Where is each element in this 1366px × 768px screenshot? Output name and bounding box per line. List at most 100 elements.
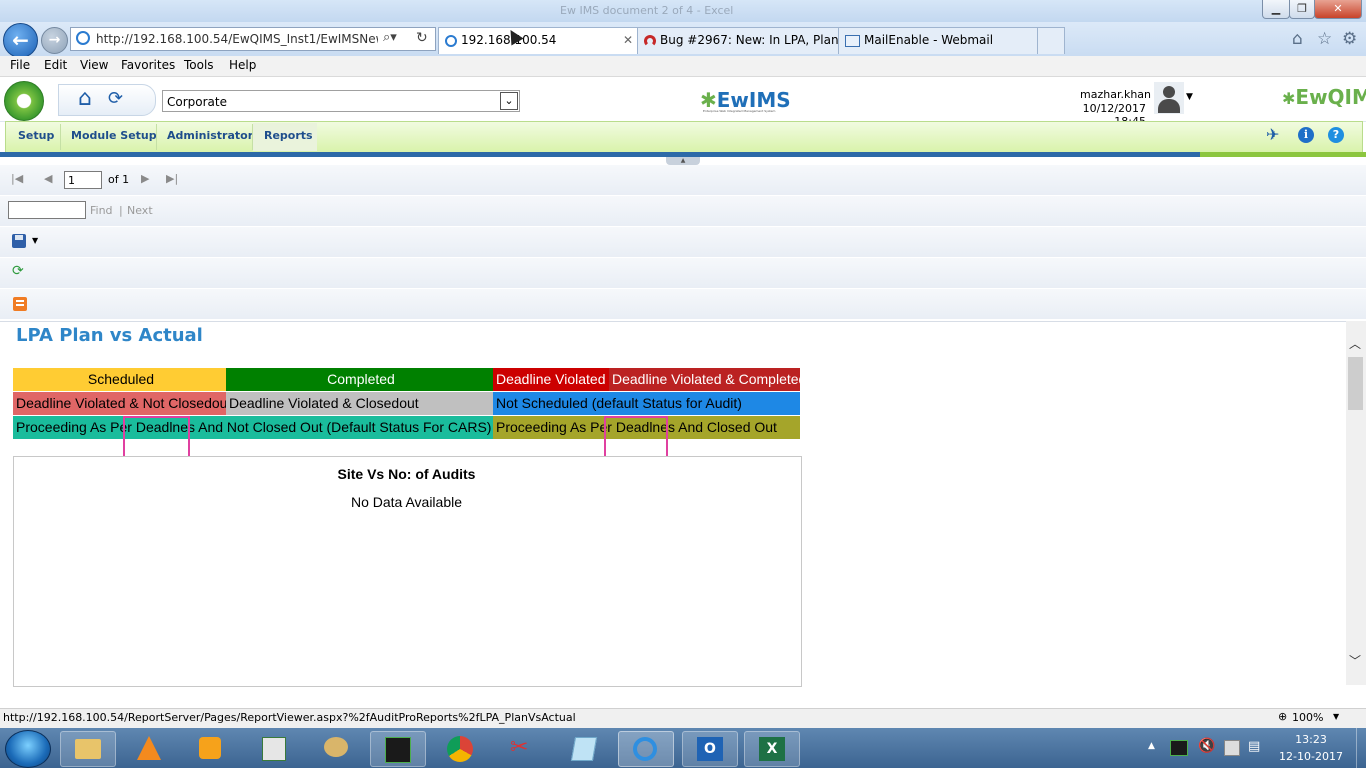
user-avatar[interactable] bbox=[1154, 82, 1184, 114]
snipping-tool-taskbar-icon[interactable]: ✂ bbox=[494, 731, 548, 765]
app-logo-icon[interactable] bbox=[4, 81, 44, 121]
next-page-icon[interactable]: ▶ bbox=[141, 172, 149, 185]
info-icon[interactable]: i bbox=[1298, 127, 1314, 143]
chart-container bbox=[13, 456, 802, 687]
save-export-icon[interactable] bbox=[12, 234, 26, 248]
outlook-taskbar-icon[interactable]: O bbox=[682, 731, 738, 767]
page-number-value: 1 bbox=[68, 174, 75, 187]
next-link[interactable]: Next bbox=[127, 204, 153, 217]
redmine-icon bbox=[644, 34, 656, 47]
legend-completed: Completed bbox=[226, 368, 493, 391]
collapse-header-handle[interactable]: ▲ bbox=[666, 157, 700, 165]
page-count: of 1 bbox=[108, 173, 130, 186]
find-link[interactable]: Find bbox=[90, 204, 113, 217]
maximize-button[interactable]: ❐ bbox=[1289, 0, 1315, 19]
scrollbar-thumb[interactable] bbox=[1348, 357, 1363, 410]
toolbar-row-find bbox=[0, 196, 1366, 227]
prev-page-icon[interactable]: ◀ bbox=[44, 172, 52, 185]
report-title: LPA Plan vs Actual bbox=[16, 325, 203, 346]
chart-title: Site Vs No: of Audits bbox=[337, 466, 476, 482]
ie-page-icon bbox=[76, 31, 90, 45]
user-menu-chevron-icon[interactable]: ▼ bbox=[1186, 92, 1193, 102]
header-divider-green bbox=[1200, 152, 1366, 157]
home-icon[interactable]: ⌂ bbox=[1292, 29, 1303, 49]
zoom-level[interactable]: 100% bbox=[1292, 711, 1323, 724]
app-home-icon[interactable]: ⌂ bbox=[78, 86, 92, 111]
mail-icon bbox=[845, 34, 860, 47]
tray-app-icon[interactable] bbox=[1170, 740, 1188, 756]
username: mazhar.khan bbox=[1080, 88, 1152, 101]
address-text[interactable]: http://192.168.100.54/EwQIMS_Inst1/EwIMS… bbox=[96, 32, 378, 46]
pin-icon[interactable]: ✈ bbox=[1266, 125, 1279, 144]
action-center-icon[interactable] bbox=[1224, 740, 1240, 756]
help-icon[interactable]: ? bbox=[1328, 127, 1344, 143]
app-menu-module-setup[interactable]: Module Setup bbox=[71, 129, 157, 142]
menu-help[interactable]: Help bbox=[229, 58, 256, 72]
export-dropdown-icon[interactable]: ▼ bbox=[32, 236, 38, 245]
ie-taskbar-icon[interactable] bbox=[618, 731, 674, 767]
toolbar-row-export bbox=[0, 227, 1366, 258]
legend-deadline-violated-completed: Deadline Violated & Completed bbox=[609, 368, 800, 391]
menu-file[interactable]: File bbox=[10, 58, 30, 72]
favorites-star-icon[interactable]: ☆ bbox=[1317, 29, 1332, 49]
scroll-down-icon[interactable]: ﹀ bbox=[1349, 652, 1361, 669]
legend-proceeding-not-closed: Proceeding As Per Deadlnes And Not Close… bbox=[13, 416, 493, 439]
find-separator: | bbox=[119, 204, 123, 217]
brand-logo-right: ✱EwQIMS bbox=[1282, 85, 1366, 109]
volume-muted-icon[interactable]: 🔇 bbox=[1198, 738, 1215, 754]
brand-tagline: Enterprise Web Integrated Management Sys… bbox=[703, 109, 776, 113]
vlc-taskbar-icon[interactable] bbox=[122, 731, 176, 765]
zoom-dropdown-icon[interactable]: ▼ bbox=[1333, 712, 1339, 721]
clock-time[interactable]: 13:23 bbox=[1276, 733, 1346, 746]
back-button[interactable]: ← bbox=[3, 23, 38, 58]
menu-edit[interactable]: Edit bbox=[44, 58, 67, 72]
show-desktop-button[interactable] bbox=[1356, 728, 1366, 768]
zoom-magnifier-icon[interactable]: ⊕ bbox=[1278, 710, 1287, 723]
explorer-taskbar-icon[interactable] bbox=[60, 731, 116, 767]
refresh-icon[interactable]: ↻ bbox=[416, 30, 428, 46]
first-page-icon[interactable]: |◀ bbox=[11, 172, 23, 185]
app-refresh-icon[interactable]: ⟳ bbox=[108, 88, 123, 109]
network-icon[interactable]: ▤ bbox=[1248, 739, 1260, 754]
forward-button[interactable]: → bbox=[41, 27, 68, 54]
site-select[interactable]: Corporate ⌄ bbox=[162, 90, 520, 112]
back-arrow-icon: ← bbox=[12, 28, 29, 52]
start-button[interactable] bbox=[5, 730, 51, 768]
project-taskbar-icon[interactable] bbox=[246, 731, 300, 765]
legend-violated-closedout: Deadline Violated & Closedout bbox=[226, 392, 493, 415]
close-window-button[interactable]: ✕ bbox=[1314, 0, 1362, 19]
clock-date[interactable]: 12-10-2017 bbox=[1276, 750, 1346, 763]
menu-tools[interactable]: Tools bbox=[184, 58, 214, 72]
chevron-down-icon[interactable]: ⌄ bbox=[500, 92, 518, 110]
last-page-icon[interactable]: ▶| bbox=[166, 172, 178, 185]
chrome-taskbar-icon[interactable] bbox=[432, 731, 486, 765]
home-refresh-group bbox=[58, 84, 156, 116]
find-input[interactable] bbox=[8, 201, 86, 219]
terminal-taskbar-icon[interactable] bbox=[370, 731, 426, 767]
menu-favorites[interactable]: Favorites bbox=[121, 58, 175, 72]
tray-expand-icon[interactable]: ▲ bbox=[1148, 741, 1155, 751]
page-number-input[interactable]: 1 bbox=[64, 171, 102, 189]
settings-gear-icon[interactable]: ⚙ bbox=[1342, 29, 1357, 49]
legend-deadline-violated: Deadline Violated bbox=[493, 368, 609, 391]
tab-bug[interactable]: Bug #2967: New: In LPA, Plan ... bbox=[637, 27, 839, 54]
app-menu-setup[interactable]: Setup bbox=[18, 129, 54, 142]
brand-right-flower-icon: ✱ bbox=[1282, 89, 1296, 108]
tab-active[interactable]: 192.168.100.54 ✕ bbox=[438, 27, 638, 54]
new-tab-button[interactable] bbox=[1037, 27, 1065, 54]
report-refresh-icon[interactable]: ⟳ bbox=[12, 263, 24, 279]
scroll-up-icon[interactable]: ︿ bbox=[1349, 335, 1361, 352]
search-icon[interactable]: ⌕▾ bbox=[383, 30, 397, 45]
notepad-taskbar-icon[interactable] bbox=[556, 731, 610, 765]
close-tab-icon[interactable]: ✕ bbox=[623, 28, 633, 53]
media-player-taskbar-icon[interactable] bbox=[182, 731, 236, 765]
tab-webmail[interactable]: MailEnable - Webmail bbox=[838, 27, 1038, 54]
minimize-button[interactable]: ▁ bbox=[1262, 0, 1290, 19]
app-menu-reports[interactable]: Reports bbox=[264, 129, 313, 142]
atom-feed-icon[interactable] bbox=[13, 297, 27, 311]
menu-view[interactable]: View bbox=[80, 58, 108, 72]
excel-taskbar-icon[interactable]: X bbox=[744, 731, 800, 767]
paint-taskbar-icon[interactable] bbox=[308, 731, 362, 765]
tab-label: Bug #2967: New: In LPA, Plan ... bbox=[660, 33, 839, 47]
app-menu-administrator[interactable]: Administrator bbox=[167, 129, 253, 142]
